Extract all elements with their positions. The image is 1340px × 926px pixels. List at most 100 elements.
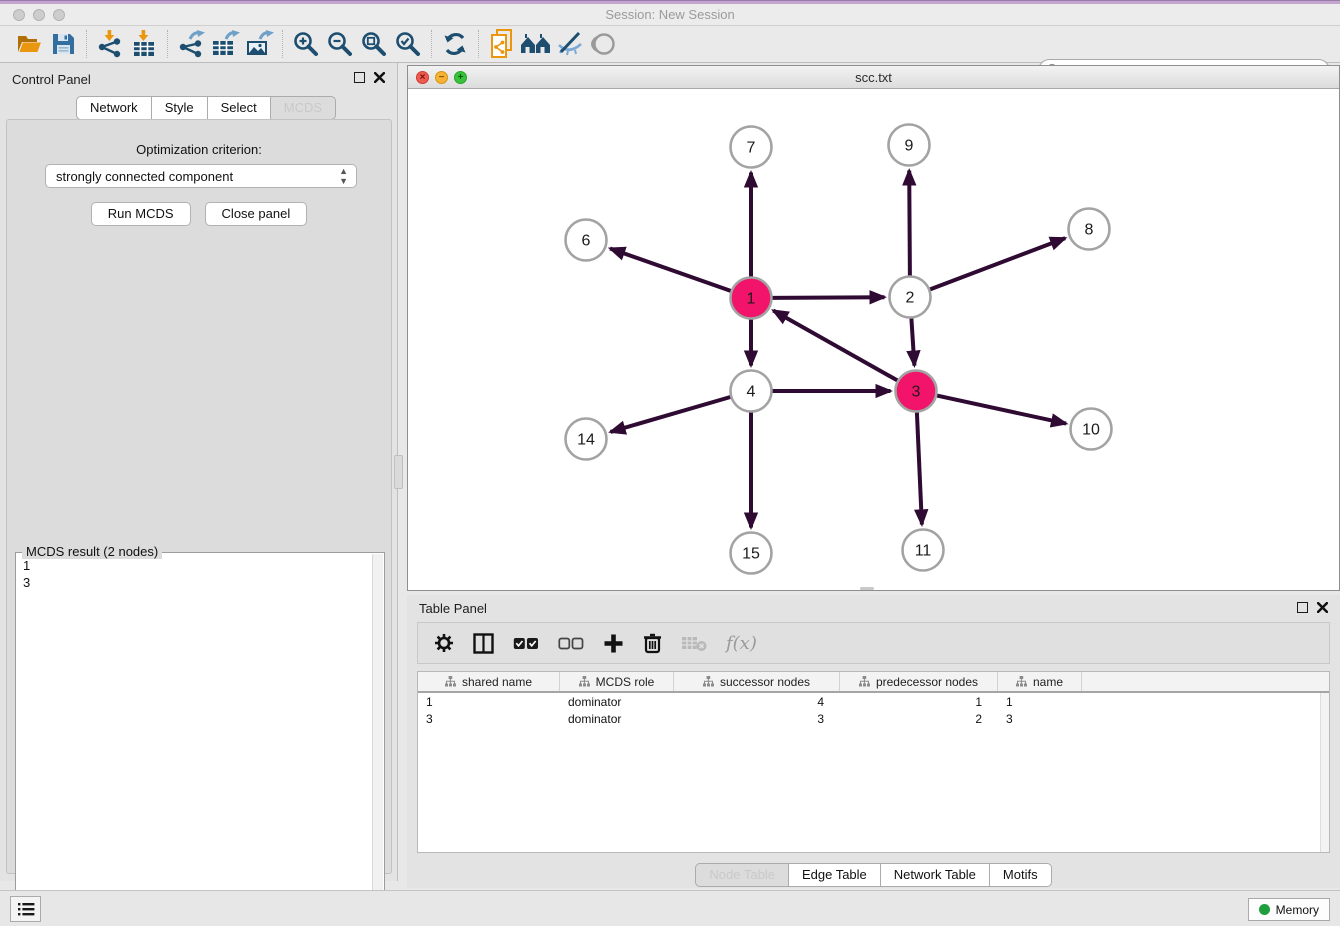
graph-node-7[interactable]: 7 [731, 127, 772, 168]
zoom-in-icon[interactable] [289, 29, 323, 59]
cell-successor-nodes[interactable]: 4 [674, 695, 840, 709]
table-settings-gear-icon[interactable] [434, 633, 454, 653]
graph-edge-4-14[interactable] [611, 397, 731, 432]
cell-name[interactable]: 3 [998, 712, 1082, 726]
graph-edge-3-11[interactable] [917, 413, 922, 525]
graph-edge-2-9[interactable] [909, 171, 910, 276]
result-scrollbar[interactable] [372, 554, 383, 926]
refresh-layout-icon[interactable] [438, 29, 472, 59]
close-window-icon[interactable] [13, 9, 25, 21]
window-title: Session: New Session [0, 4, 1340, 26]
graph-edge-3-10[interactable] [937, 396, 1066, 424]
graph-node-11[interactable]: 11 [903, 530, 944, 571]
delete-table-icon [681, 634, 707, 652]
optimization-criterion-select[interactable]: strongly connected component ▲▼ [45, 164, 357, 188]
close-panel-button[interactable]: Close panel [205, 202, 308, 226]
tab-network[interactable]: Network [76, 96, 152, 120]
tab-select[interactable]: Select [208, 96, 271, 120]
add-column-icon[interactable] [603, 633, 624, 654]
tab-network-table[interactable]: Network Table [881, 863, 990, 887]
maximize-view-icon[interactable]: + [454, 71, 467, 84]
graph-node-8[interactable]: 8 [1069, 209, 1110, 250]
attribute-tree-icon [1016, 676, 1027, 687]
tab-motifs[interactable]: Motifs [990, 863, 1052, 887]
task-history-button[interactable] [10, 896, 41, 922]
graph-node-15[interactable]: 15 [731, 533, 772, 574]
close-panel-icon[interactable] [374, 72, 385, 83]
cell-mcds-role[interactable]: dominator [560, 712, 674, 726]
import-table-icon[interactable] [127, 29, 161, 59]
column-header-successor-nodes[interactable]: successor nodes [674, 672, 840, 691]
memory-label: Memory [1276, 903, 1319, 917]
panel-splitter-handle[interactable] [394, 455, 403, 489]
graph-edge-2-3[interactable] [911, 319, 914, 366]
new-network-icon[interactable] [485, 29, 519, 59]
graph-edge-1-6[interactable] [610, 249, 731, 291]
cell-shared-name[interactable]: 3 [418, 712, 560, 726]
close-panel-icon[interactable] [1317, 602, 1328, 613]
window-resize-handle[interactable] [860, 587, 874, 590]
run-mcds-button[interactable]: Run MCDS [91, 202, 191, 226]
cell-name[interactable]: 1 [998, 695, 1082, 709]
network-window-titlebar[interactable]: × − + scc.txt [408, 66, 1339, 89]
export-table-icon[interactable] [208, 29, 242, 59]
column-header-mcds-role[interactable]: MCDS role [560, 672, 674, 691]
graph-node-6[interactable]: 6 [566, 220, 607, 261]
graph-edge-3-1[interactable] [773, 311, 897, 381]
cell-successor-nodes[interactable]: 3 [674, 712, 840, 726]
zoom-selected-icon[interactable] [391, 29, 425, 59]
mcds-panel: Optimization criterion: strongly connect… [6, 119, 392, 874]
import-network-icon[interactable] [93, 29, 127, 59]
tab-edge-table[interactable]: Edge Table [789, 863, 881, 887]
column-header-shared-name[interactable]: shared name [418, 672, 560, 691]
open-session-icon[interactable] [12, 29, 46, 59]
graph-node-4[interactable]: 4 [731, 371, 772, 412]
graph-node-10[interactable]: 10 [1071, 409, 1112, 450]
graph-edge-1-2[interactable] [773, 297, 885, 298]
memory-button[interactable]: Memory [1248, 898, 1330, 921]
minimize-window-icon[interactable] [33, 9, 45, 21]
select-all-icon[interactable] [513, 637, 539, 650]
export-image-icon[interactable] [242, 29, 276, 59]
graph-node-2[interactable]: 2 [890, 277, 931, 318]
graph-node-1[interactable]: 1 [731, 278, 772, 319]
tab-style[interactable]: Style [152, 96, 208, 120]
column-header-name[interactable]: name [998, 672, 1082, 691]
svg-text:8: 8 [1085, 222, 1094, 239]
column-header-predecessor-nodes[interactable]: predecessor nodes [840, 672, 998, 691]
float-panel-icon[interactable] [1297, 602, 1308, 613]
attribute-tree-icon [445, 676, 456, 687]
cell-predecessor-nodes[interactable]: 2 [840, 712, 998, 726]
zoom-out-icon[interactable] [323, 29, 357, 59]
tab-mcds[interactable]: MCDS [271, 96, 336, 120]
save-session-icon[interactable] [46, 29, 80, 59]
graph-node-3[interactable]: 3 [896, 371, 937, 412]
close-view-icon[interactable]: × [416, 71, 429, 84]
deselect-all-icon[interactable] [558, 637, 584, 650]
first-neighbors-icon[interactable] [519, 29, 553, 59]
graph-edge-2-8[interactable] [930, 238, 1065, 289]
column-layout-icon[interactable] [473, 633, 494, 654]
toolbar-separator [86, 30, 87, 58]
table-scrollbar[interactable] [1320, 693, 1329, 852]
zoom-window-icon[interactable] [53, 9, 65, 21]
column-label: MCDS role [596, 675, 655, 689]
zoom-fit-icon[interactable] [357, 29, 391, 59]
tab-node-table[interactable]: Node Table [695, 863, 789, 887]
graph-node-9[interactable]: 9 [889, 125, 930, 166]
table-row[interactable]: 1dominator411 [418, 693, 1329, 710]
show-all-icon[interactable] [587, 29, 621, 59]
cell-shared-name[interactable]: 1 [418, 695, 560, 709]
cell-predecessor-nodes[interactable]: 1 [840, 695, 998, 709]
mcds-result-box: MCDS result (2 nodes) 1 3 [15, 552, 385, 926]
table-row[interactable]: 3dominator323 [418, 710, 1329, 727]
minimize-view-icon[interactable]: − [435, 71, 448, 84]
delete-column-icon[interactable] [643, 632, 662, 654]
hide-selected-icon[interactable] [553, 29, 587, 59]
cell-mcds-role[interactable]: dominator [560, 695, 674, 709]
network-canvas[interactable]: 7 9 6 8 1 2 4 3 14 10 15 11 [408, 89, 1339, 590]
float-panel-icon[interactable] [354, 72, 365, 83]
toolbar-separator [282, 30, 283, 58]
export-network-icon[interactable] [174, 29, 208, 59]
graph-node-14[interactable]: 14 [566, 419, 607, 460]
